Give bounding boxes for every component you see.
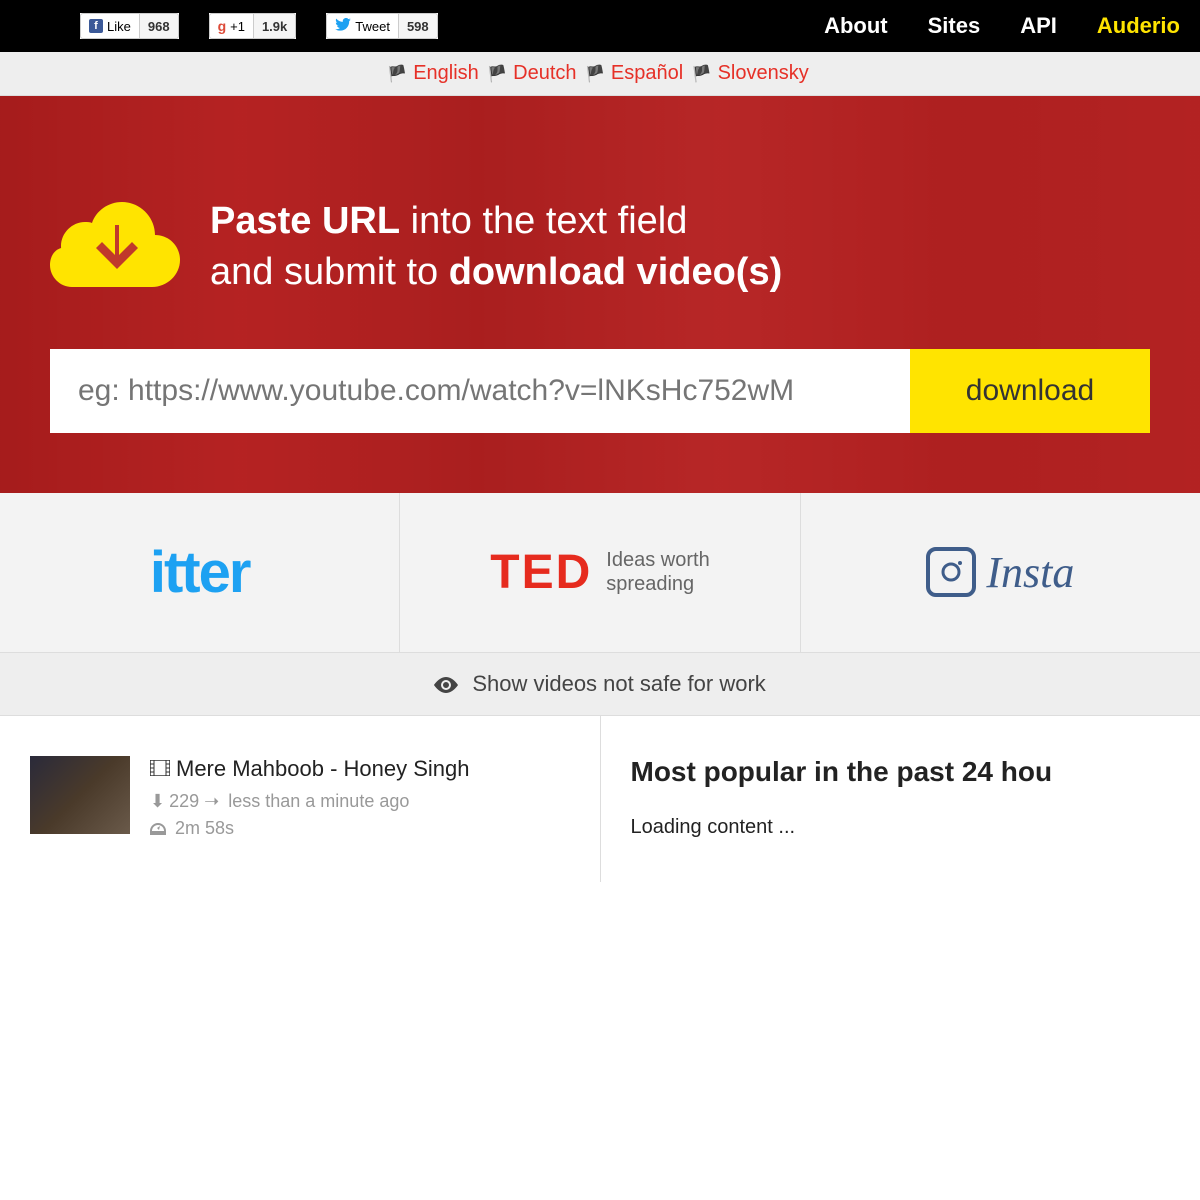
facebook-like-button[interactable]: f Like 968 — [80, 13, 179, 39]
nsfw-label: Show videos not safe for work — [472, 671, 765, 696]
tw-count: 598 — [398, 13, 438, 39]
arrow-icon: ➝ — [204, 791, 224, 811]
hero-section: Paste URL into the text field and submit… — [0, 96, 1200, 493]
eye-icon — [434, 671, 464, 696]
popular-heading: Most popular in the past 24 hou — [631, 756, 1171, 788]
url-input-row: download — [50, 349, 1150, 433]
social-buttons: f Like 968 g+1 1.9k Tweet 598 — [80, 13, 438, 39]
flag-icon: 🏴 — [387, 66, 407, 83]
instagram-text: Insta — [986, 547, 1074, 598]
flag-icon: 🏴 — [692, 66, 712, 83]
ted-logo: TED — [490, 545, 592, 600]
nav-sites[interactable]: Sites — [928, 13, 981, 39]
nsfw-toggle[interactable]: Show videos not safe for work — [0, 653, 1200, 716]
video-title-row: Mere Mahboob - Honey Singh — [150, 756, 470, 782]
nav-auderio[interactable]: Auderio — [1097, 13, 1180, 39]
facebook-icon: f — [89, 19, 103, 33]
content-columns: Mere Mahboob - Honey Singh ⬇229 ➝ less t… — [0, 716, 1200, 882]
twitter-icon — [335, 18, 351, 34]
video-thumbnail — [30, 756, 130, 834]
twitter-tweet-button[interactable]: Tweet 598 — [326, 13, 437, 39]
gauge-icon — [150, 818, 171, 838]
download-icon: ⬇ — [150, 791, 165, 811]
hero-line2-start: and submit to — [210, 251, 449, 293]
popular-column: Most popular in the past 24 hou Loading … — [601, 716, 1200, 882]
fb-label: Like — [107, 19, 131, 34]
lang-slovensky[interactable]: Slovensky — [718, 62, 809, 84]
flag-icon: 🏴 — [585, 66, 605, 83]
nav-about[interactable]: About — [824, 13, 888, 39]
google-plus-icon: g — [218, 18, 227, 34]
flag-icon: 🏴 — [487, 66, 507, 83]
lang-espanol[interactable]: Español — [611, 62, 683, 84]
loading-text: Loading content ... — [631, 816, 1171, 839]
download-count: 229 — [169, 791, 199, 811]
hero-line1-rest: into the text field — [400, 200, 687, 242]
hero-text: Paste URL into the text field and submit… — [210, 196, 782, 299]
time-ago: less than a minute ago — [228, 791, 409, 811]
nav-api[interactable]: API — [1020, 13, 1057, 39]
video-title: Mere Mahboob - Honey Singh — [176, 756, 470, 782]
ted-tagline: Ideas worth spreading — [606, 548, 709, 596]
instagram-logo-cell[interactable]: Insta — [801, 493, 1200, 652]
video-item[interactable]: Mere Mahboob - Honey Singh ⬇229 ➝ less t… — [30, 756, 570, 842]
top-bar: f Like 968 g+1 1.9k Tweet 598 About Sites… — [0, 0, 1200, 52]
supported-sites-strip: itter TED Ideas worth spreading Insta — [0, 493, 1200, 653]
g-count: 1.9k — [253, 13, 296, 39]
url-input[interactable] — [50, 349, 910, 433]
instagram-icon — [926, 547, 976, 597]
lang-english[interactable]: English — [413, 62, 479, 84]
recent-downloads-column: Mere Mahboob - Honey Singh ⬇229 ➝ less t… — [0, 716, 601, 882]
language-bar: 🏴 English 🏴 Deutch 🏴 Español 🏴 Slovensky — [0, 52, 1200, 96]
download-button[interactable]: download — [910, 349, 1150, 433]
fb-count: 968 — [139, 13, 179, 39]
cloud-download-icon — [50, 197, 180, 297]
film-icon — [150, 756, 170, 782]
google-plus-button[interactable]: g+1 1.9k — [209, 13, 297, 39]
video-meta: ⬇229 ➝ less than a minute ago 2m 58s — [150, 788, 470, 842]
hero-line2-bold: download video(s) — [449, 251, 783, 293]
g-label: +1 — [230, 19, 245, 34]
lang-deutch[interactable]: Deutch — [513, 62, 576, 84]
ted-logo-cell[interactable]: TED Ideas worth spreading — [400, 493, 800, 652]
twitter-logo: itter — [150, 539, 250, 606]
duration: 2m 58s — [175, 818, 234, 838]
nav: About Sites API Auderio — [824, 13, 1180, 39]
twitter-logo-cell[interactable]: itter — [0, 493, 400, 652]
tw-label: Tweet — [355, 19, 390, 34]
hero-line1-bold: Paste URL — [210, 200, 400, 242]
